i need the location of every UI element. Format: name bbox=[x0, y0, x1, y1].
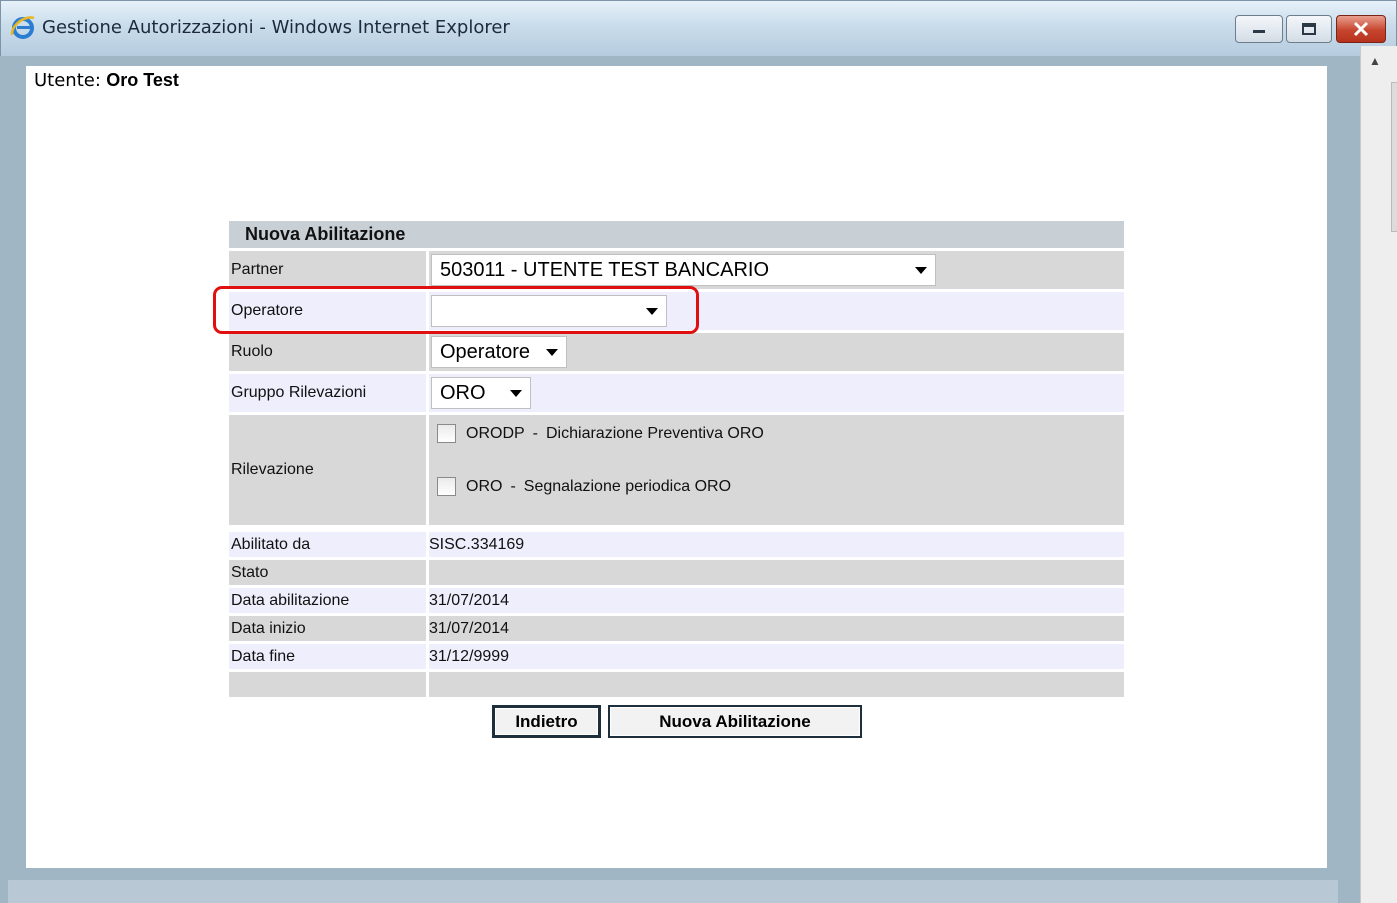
close-icon bbox=[1353, 21, 1369, 37]
empty-row bbox=[229, 672, 1124, 697]
ruolo-label: Ruolo bbox=[229, 333, 426, 371]
oro-code: ORO bbox=[466, 477, 503, 495]
oro-checkbox[interactable] bbox=[437, 477, 456, 496]
gruppo-rilevazioni-select[interactable]: ORO bbox=[431, 377, 531, 409]
window-frame-top bbox=[26, 56, 1360, 66]
rilevazione-label: Rilevazione bbox=[229, 415, 426, 525]
partner-label: Partner bbox=[229, 251, 426, 289]
rilevazione-row: Rilevazione ORODP - Dichiarazione Preven… bbox=[229, 415, 1124, 525]
user-name: Oro Test bbox=[106, 70, 179, 90]
minimize-button[interactable] bbox=[1235, 15, 1283, 43]
orodp-checkbox[interactable] bbox=[437, 424, 456, 443]
gruppo-rilevazioni-label: Gruppo Rilevazioni bbox=[229, 374, 426, 412]
data-abilitazione-row: Data abilitazione 31/07/2014 bbox=[229, 588, 1124, 613]
form-title: Nuova Abilitazione bbox=[229, 221, 1124, 248]
stato-value bbox=[429, 560, 1124, 585]
ruolo-row: Ruolo Operatore bbox=[229, 333, 1124, 371]
partner-row: Partner 503011 - UTENTE TEST BANCARIO bbox=[229, 251, 1124, 289]
window-titlebar: Gestione Autorizzazioni - Windows Intern… bbox=[0, 0, 1397, 56]
data-inizio-value: 31/07/2014 bbox=[429, 616, 1124, 641]
abilitato-da-row: Abilitato da SISC.334169 bbox=[229, 532, 1124, 557]
window-frame-left bbox=[0, 56, 26, 903]
close-button[interactable] bbox=[1336, 15, 1386, 43]
new-authorization-button[interactable]: Nuova Abilitazione bbox=[608, 705, 862, 738]
ruolo-select[interactable]: Operatore bbox=[431, 336, 567, 368]
data-fine-value: 31/12/9999 bbox=[429, 644, 1124, 669]
chevron-down-icon bbox=[546, 349, 558, 356]
restore-button[interactable] bbox=[1286, 15, 1332, 43]
stato-label: Stato bbox=[229, 560, 426, 585]
orodp-description: Dichiarazione Preventiva ORO bbox=[546, 424, 764, 442]
stato-row: Stato bbox=[229, 560, 1124, 585]
user-info: Utente: Oro Test bbox=[34, 70, 179, 92]
partner-select[interactable]: 503011 - UTENTE TEST BANCARIO bbox=[431, 254, 936, 286]
window-frame-bottom bbox=[0, 868, 1360, 903]
orodp-code: ORODP bbox=[466, 424, 525, 442]
rilevazione-option-orodp[interactable]: ORODP - Dichiarazione Preventiva ORO bbox=[437, 424, 764, 443]
data-fine-row: Data fine 31/12/9999 bbox=[229, 644, 1124, 669]
window-title: Gestione Autorizzazioni - Windows Intern… bbox=[42, 17, 510, 38]
abilitato-da-value: SISC.334169 bbox=[429, 532, 1124, 557]
scrollbar-thumb[interactable] bbox=[1391, 82, 1397, 232]
user-label: Utente: bbox=[34, 70, 101, 91]
oro-description: Segnalazione periodica ORO bbox=[523, 477, 732, 495]
window-frame-right bbox=[1327, 56, 1360, 903]
data-inizio-label: Data inizio bbox=[229, 616, 426, 641]
oro-separator: - bbox=[510, 477, 516, 495]
empty-value bbox=[429, 672, 1124, 697]
back-button[interactable]: Indietro bbox=[492, 705, 601, 738]
minimize-icon bbox=[1253, 30, 1265, 33]
empty-label bbox=[229, 672, 426, 697]
partner-selected-value: 503011 - UTENTE TEST BANCARIO bbox=[440, 258, 769, 281]
data-inizio-row: Data inizio 31/07/2014 bbox=[229, 616, 1124, 641]
operatore-highlight-box bbox=[213, 286, 699, 334]
data-abilitazione-value: 31/07/2014 bbox=[429, 588, 1124, 613]
ruolo-selected-value: Operatore bbox=[440, 340, 531, 363]
chevron-down-icon bbox=[510, 390, 522, 397]
gruppo-selected-value: ORO bbox=[440, 381, 486, 404]
gruppo-rilevazioni-row: Gruppo Rilevazioni ORO bbox=[229, 374, 1124, 412]
data-fine-label: Data fine bbox=[229, 644, 426, 669]
rilevazione-option-oro[interactable]: ORO - Segnalazione periodica ORO bbox=[437, 477, 731, 496]
orodp-separator: - bbox=[532, 424, 538, 442]
internet-explorer-icon bbox=[10, 16, 35, 39]
data-abilitazione-label: Data abilitazione bbox=[229, 588, 426, 613]
chevron-down-icon bbox=[915, 267, 927, 274]
scroll-up-icon[interactable]: ▲ bbox=[1369, 54, 1381, 68]
vertical-scrollbar[interactable]: ▲ bbox=[1360, 46, 1397, 903]
restore-icon bbox=[1302, 23, 1316, 35]
page-content: Utente: Oro Test Nuova Abilitazione Part… bbox=[26, 66, 1327, 868]
abilitato-da-label: Abilitato da bbox=[229, 532, 426, 557]
